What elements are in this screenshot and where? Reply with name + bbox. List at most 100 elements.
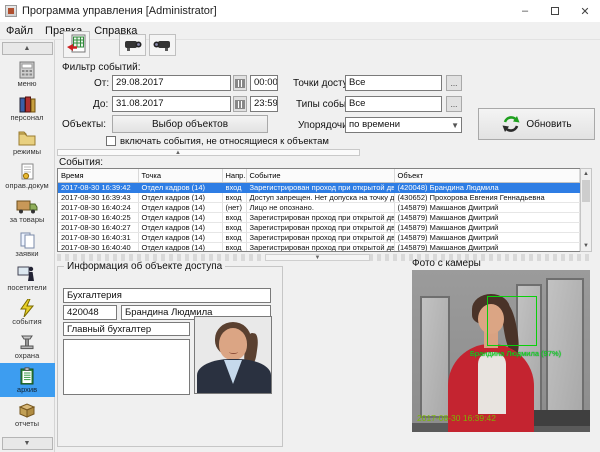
camera-1-button[interactable] (119, 34, 146, 56)
sidebar-item-label: режимы (13, 148, 41, 156)
to-time-input[interactable]: 23:59 (250, 96, 278, 112)
access-points-browse-button[interactable]: ... (446, 75, 462, 91)
to-date-input[interactable]: 31.08.2017 (112, 96, 231, 112)
scrollbar-thumb[interactable] (582, 180, 590, 202)
sidebar-item-events[interactable]: события (0, 295, 55, 329)
sidebar-item-requests[interactable]: заявки (0, 227, 55, 261)
maximize-icon (551, 7, 559, 15)
table-row[interactable]: 2017-08-30 16:40:31Отдел кадров (14)вход… (58, 232, 580, 242)
export-excel-button[interactable] (63, 31, 90, 58)
select-objects-button[interactable]: Выбор объектов (112, 115, 268, 133)
scroll-up-icon[interactable]: ▲ (581, 169, 591, 179)
table-cell: (145879) Макшанов Дмитрий (394, 242, 580, 252)
table-row[interactable]: 2017-08-30 16:40:25Отдел кадров (14)вход… (58, 212, 580, 222)
maximize-button[interactable] (540, 0, 570, 22)
sidebar-item-menu[interactable]: меню (0, 57, 55, 91)
camera-photo: Брандина Людмила (97%) 2017-08-30 16:39:… (412, 270, 590, 432)
events-scrollbar[interactable]: ▲ ▼ (580, 168, 592, 252)
sidebar-item-visitors[interactable]: посетители (0, 261, 55, 295)
table-row[interactable]: 2017-08-30 16:40:27Отдел кадров (14)вход… (58, 222, 580, 232)
refresh-button[interactable]: Обновить (478, 108, 595, 140)
table-cell: Отдел кадров (14) (138, 222, 222, 232)
column-header-direction[interactable]: Напр. (222, 169, 246, 182)
order-select[interactable]: по времени ▼ (345, 117, 462, 133)
recognition-label: Брандина Людмила (97%) (470, 349, 561, 358)
include-unrelated-checkbox[interactable] (106, 136, 116, 146)
access-object-info-panel: Информация об объекте доступа Бухгалтери… (57, 266, 283, 447)
table-cell: 2017-08-30 16:40:25 (58, 212, 138, 222)
events-table-body: 2017-08-30 16:39:42Отдел кадров (14)вход… (58, 182, 580, 252)
sidebar-item-label: заявки (15, 250, 38, 258)
sidebar-scroll-up-button[interactable]: ▲ (2, 42, 53, 55)
events-table: Время Точка Напр. Событие Объект 2017-08… (57, 168, 580, 252)
event-types-browse-button[interactable]: ... (446, 96, 462, 112)
employee-photo (194, 316, 272, 394)
table-row[interactable]: 2017-08-30 16:39:43Отдел кадров (14)вход… (58, 192, 580, 202)
table-splitter[interactable]: ▼ (57, 254, 592, 261)
table-cell: вход (222, 192, 246, 202)
camera-icon (152, 38, 173, 52)
table-header-row: Время Точка Напр. Событие Объект (58, 169, 580, 182)
sidebar-item-archive[interactable]: архив (0, 363, 55, 397)
to-date-calendar-button[interactable] (233, 96, 247, 112)
box-icon (17, 401, 37, 419)
sidebar-item-personnel[interactable]: персонал (0, 91, 55, 125)
sidebar-item-label: отчеты (15, 420, 39, 428)
from-date-calendar-button[interactable] (233, 75, 247, 91)
arrow-up-icon: ▲ (24, 45, 31, 52)
column-header-event[interactable]: Событие (246, 169, 394, 182)
department-field: Бухгалтерия (63, 288, 271, 303)
app-icon (5, 5, 17, 17)
event-types-input[interactable]: Все (345, 96, 442, 112)
table-cell: 2017-08-30 16:40:31 (58, 232, 138, 242)
sidebar-item-goods[interactable]: за товары (0, 193, 55, 227)
filter-title: Фильтр событий: (62, 62, 141, 73)
menu-file[interactable]: Файл (0, 25, 39, 37)
sidebar-item-label: персонал (10, 114, 43, 122)
camera-timestamp: 2017-08-30 16:39:42 (417, 413, 496, 423)
to-label: До: (93, 99, 108, 110)
face-detection-box (487, 296, 537, 346)
camera-2-button[interactable] (149, 34, 176, 56)
security-lamp-icon (17, 333, 37, 351)
app-window: Программа управления [Administrator] – ✕… (0, 0, 600, 452)
refresh-button-label: Обновить (526, 119, 571, 130)
notes-field (63, 339, 190, 395)
scroll-down-icon[interactable]: ▼ (581, 241, 591, 251)
table-cell: вход (222, 212, 246, 222)
arrow-down-icon: ▼ (24, 440, 31, 447)
table-row[interactable]: 2017-08-30 16:40:24Отдел кадров (14)(нет… (58, 202, 580, 212)
column-header-point[interactable]: Точка (138, 169, 222, 182)
from-time-input[interactable]: 00:00 (250, 75, 278, 91)
sidebar-item-security[interactable]: охрана (0, 329, 55, 363)
table-cell: Зарегистрирован проход при открытой две.… (246, 242, 394, 252)
table-cell: 2017-08-30 16:39:42 (58, 182, 138, 192)
pages-icon (17, 231, 37, 249)
order-select-value: по времени (349, 119, 400, 130)
table-row[interactable]: 2017-08-30 16:40:40Отдел кадров (14)вход… (58, 242, 580, 252)
from-label: От: (94, 78, 109, 89)
close-button[interactable]: ✕ (570, 0, 600, 22)
camera-panel-title: Фото с камеры (412, 258, 481, 269)
sidebar-scroll-down-button[interactable]: ▼ (2, 437, 53, 450)
table-cell: вход (222, 232, 246, 242)
from-date-input[interactable]: 29.08.2017 (112, 75, 231, 91)
minimize-button[interactable]: – (510, 0, 540, 22)
column-header-time[interactable]: Время (58, 169, 138, 182)
refresh-icon (501, 114, 521, 134)
include-unrelated-label: включать события, не относящиеся к объек… (120, 136, 329, 147)
chevron-down-icon: ▼ (451, 120, 459, 132)
filter-splitter[interactable]: ▲ (57, 149, 360, 156)
table-cell: Зарегистрирован проход при открытой две.… (246, 182, 394, 192)
access-points-input[interactable]: Все (345, 75, 442, 91)
table-row[interactable]: 2017-08-30 16:39:42Отдел кадров (14)вход… (58, 182, 580, 192)
column-header-object[interactable]: Объект (394, 169, 580, 182)
table-cell: (430652) Прохорова Евгения Геннадьевна (394, 192, 580, 202)
info-panel-title: Информация об объекте доступа (64, 261, 225, 272)
sidebar-item-excuse-documents[interactable]: оправ.докум (0, 159, 55, 193)
presenter-icon (17, 265, 37, 283)
table-cell: Зарегистрирован проход при открытой две.… (246, 232, 394, 242)
sidebar-item-modes[interactable]: режимы (0, 125, 55, 159)
sidebar-item-reports[interactable]: отчеты (0, 397, 55, 431)
table-cell: Отдел кадров (14) (138, 182, 222, 192)
